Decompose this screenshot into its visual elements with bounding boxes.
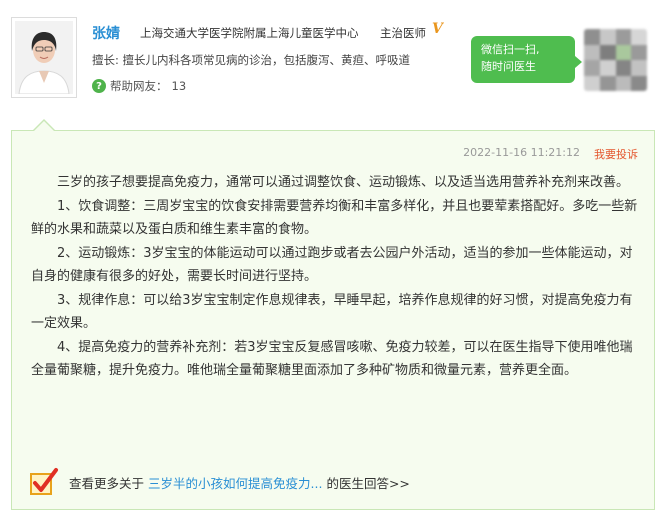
more-prefix: 查看更多关于: [69, 475, 145, 491]
answer-meta: 2022-11-16 11:21:12 我要投诉: [463, 146, 638, 162]
panel-pointer-fill: [34, 121, 54, 131]
answer-paragraph: 4、提高免疫力的营养补充剂：若3岁宝宝反复感冒咳嗽、免疫力较差，可以在医生指导下…: [31, 339, 633, 379]
related-question-link[interactable]: 三岁半的小孩如何提高免疫力...: [148, 473, 322, 492]
helped-count: 13: [171, 79, 187, 93]
doctor-answer-page: 张婧 上海交通大学医学院附属上海儿童医学中心 主治医师 V 擅长: 擅长儿内科各…: [0, 0, 660, 526]
helped-label: 帮助网友：: [110, 79, 168, 93]
answer-timestamp: 2022-11-16 11:21:12: [463, 146, 580, 159]
helped-count-row: ? 帮助网友： 13: [92, 78, 186, 94]
doctor-avatar[interactable]: [11, 17, 77, 98]
more-answers-row: 查看更多关于 三岁半的小孩如何提高免疫力... 的医生回答>>: [29, 467, 410, 497]
doctor-title: 主治医师: [380, 26, 426, 40]
answer-panel: 2022-11-16 11:21:12 我要投诉 三岁的孩子想要提高免疫力，通常…: [11, 130, 655, 510]
wechat-line-1: 微信扫一扫,: [481, 43, 540, 56]
complain-link[interactable]: 我要投诉: [594, 146, 638, 162]
doctor-name[interactable]: 张婧: [92, 23, 120, 43]
answer-paragraph: 1、饮食调整：三周岁宝宝的饮食安排需要营养均衡和丰富多样化，并且也要荤素搭配好。…: [31, 198, 638, 238]
answer-paragraph: 2、运动锻炼：3岁宝宝的体能运动可以通过跑步或者去公园户外活动，适当的参加一些体…: [31, 245, 633, 285]
more-answers-link[interactable]: 的医生回答>>: [326, 473, 409, 492]
answer-paragraph: 三岁的孩子想要提高免疫力，通常可以通过调整饮食、运动锻炼、以及适当选用营养补充剂…: [57, 175, 630, 190]
wechat-line-2: 随时问医生: [481, 60, 536, 73]
verified-v-icon: V: [432, 21, 443, 37]
checkmark-box-icon: [30, 468, 58, 495]
question-bubble-icon: ?: [92, 79, 106, 93]
doctor-hospital: 上海交通大学医学院附属上海儿童医学中心: [140, 26, 359, 40]
doctor-specialty: 擅长: 擅长儿内科各项常见病的诊治，包括腹泻、黄疸、呼吸道: [92, 53, 411, 67]
answer-body: 三岁的孩子想要提高免疫力，通常可以通过调整饮食、运动锻炼、以及适当选用营养补充剂…: [31, 171, 643, 383]
answer-paragraph: 3、规律作息：可以给3岁宝宝制定作息规律表，早睡早起，培养作息规律的好习惯，对提…: [31, 292, 633, 332]
doctor-portrait-icon: [15, 21, 73, 94]
blurred-qr-code[interactable]: [584, 29, 647, 91]
wechat-scan-callout: 微信扫一扫, 随时问医生: [471, 36, 582, 83]
